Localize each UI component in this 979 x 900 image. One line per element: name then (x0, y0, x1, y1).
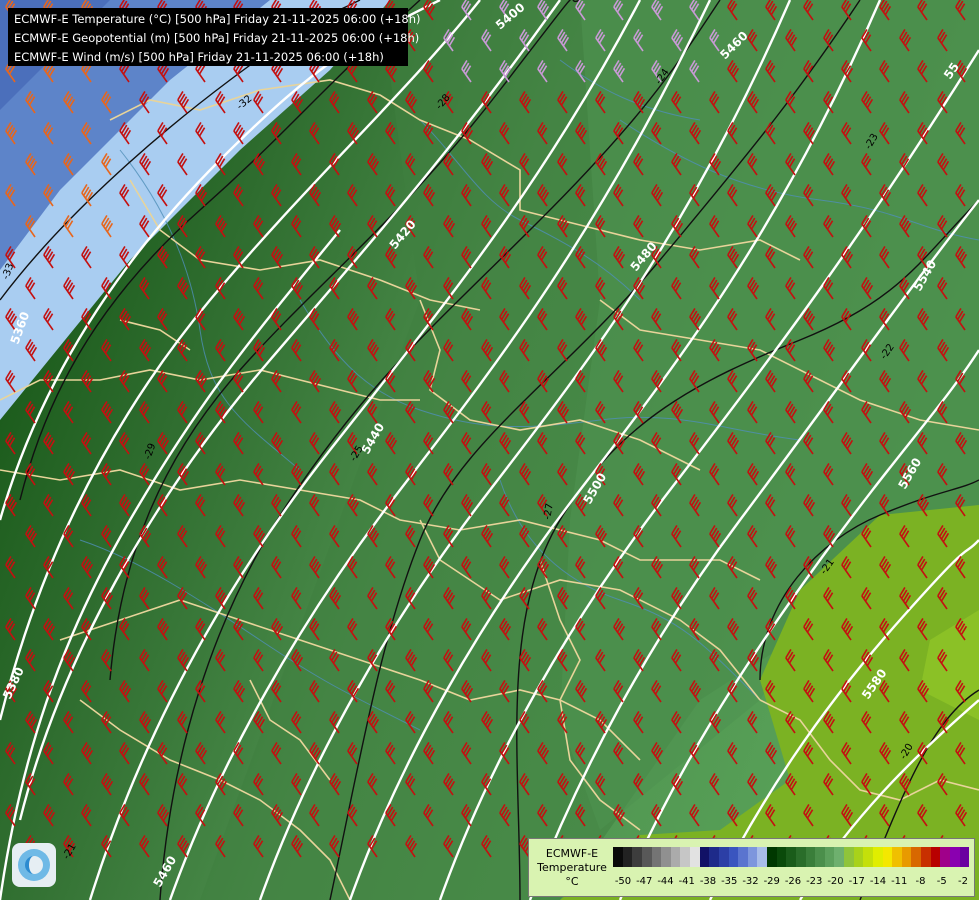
legend-swatch (959, 847, 970, 867)
logo-swirl-icon (25, 856, 43, 874)
legend-swatch (622, 847, 633, 867)
legend-swatch (872, 847, 883, 867)
legend-tick-label: -2 (958, 876, 968, 887)
legend-tick-label: -38 (699, 876, 717, 887)
legend-swatch (911, 847, 921, 867)
legend-swatch (844, 847, 854, 867)
legend-title: ECMWF-E Temperature °C (533, 847, 611, 889)
legend-tick-label: -26 (784, 876, 802, 887)
legend-tick-label: -11 (891, 876, 908, 887)
legend-tick-label: -8 (915, 876, 926, 887)
legend-tick-label: -14 (869, 876, 887, 887)
legend-tick-label: -20 (827, 876, 844, 887)
legend-swatch (718, 847, 729, 867)
header-line-temperature: ECMWF-E Temperature (°C) [500 hPa] Frida… (14, 12, 421, 26)
legend-swatch (921, 847, 931, 867)
legend-swatch (767, 847, 777, 867)
legend-swatch (670, 847, 681, 867)
legend-title-line: °C (565, 875, 579, 888)
legend-title-line: ECMWF-E (545, 847, 599, 860)
legend-swatch (776, 847, 787, 867)
legend-swatch (815, 847, 825, 867)
legend-swatch (738, 847, 748, 867)
legend-swatch (699, 847, 710, 867)
legend-ticks: -50 -47 -44 -41 -38 -35 -32 -29 -26 -23 -20 -17 -14-… (613, 876, 973, 890)
legend-swatch (795, 847, 806, 867)
legend-swatch (882, 847, 893, 867)
legend-swatch (805, 847, 816, 867)
legend-swatch (892, 847, 902, 867)
legend-swatch (853, 847, 864, 867)
legend-tick-label: -41 (678, 876, 695, 887)
legend-swatch (757, 847, 767, 867)
legend-swatch (824, 847, 835, 867)
header-line-geopotential: ECMWF-E Geopotential (m) [500 hPa] Frida… (14, 31, 420, 45)
ecmwf-logo[interactable] (12, 843, 56, 887)
legend-swatch (613, 847, 623, 867)
legend-tick-label: -29 (763, 876, 780, 887)
legend-swatch (863, 847, 873, 867)
weather-map[interactable]: 5400 5460 55 5420 5480 5540 5360 5440 55… (0, 0, 979, 900)
legend-tick-label: -50 (614, 876, 632, 887)
legend-tick-label: -47 (636, 876, 653, 887)
temperature-legend: ECMWF-E Temperature °C -50 -47 -44 -41 -38 -3… (528, 838, 975, 897)
legend-tick-label: -32 (742, 876, 759, 887)
legend-swatch (834, 847, 844, 867)
legend-tick-label: -44 (657, 876, 674, 887)
legend-swatch (709, 847, 719, 867)
legend-swatch (661, 847, 671, 867)
legend-swatch (940, 847, 950, 867)
legend-swatch (901, 847, 912, 867)
map-header: ECMWF-E Temperature (°C) [500 hPa] Frida… (8, 8, 421, 66)
legend-swatch (632, 847, 642, 867)
legend-color-bar (613, 847, 970, 867)
legend-tick-label: -5 (936, 876, 947, 887)
header-line-wind: ECMWF-E Wind (m/s) [500 hPa] Friday 21-1… (14, 50, 384, 64)
legend-swatch (690, 847, 700, 867)
legend-swatch (949, 847, 960, 867)
legend-swatch (651, 847, 662, 867)
legend-swatch (747, 847, 758, 867)
legend-tick-label: -35 (721, 876, 738, 887)
legend-swatch (786, 847, 796, 867)
legend-swatch (641, 847, 652, 867)
legend-swatch (680, 847, 690, 867)
legend-title-line: Temperature (537, 861, 607, 874)
legend-swatch (930, 847, 941, 867)
legend-tick-label: -23 (806, 876, 823, 887)
legend-swatch (728, 847, 739, 867)
legend-tick-label: -17 (848, 876, 865, 887)
